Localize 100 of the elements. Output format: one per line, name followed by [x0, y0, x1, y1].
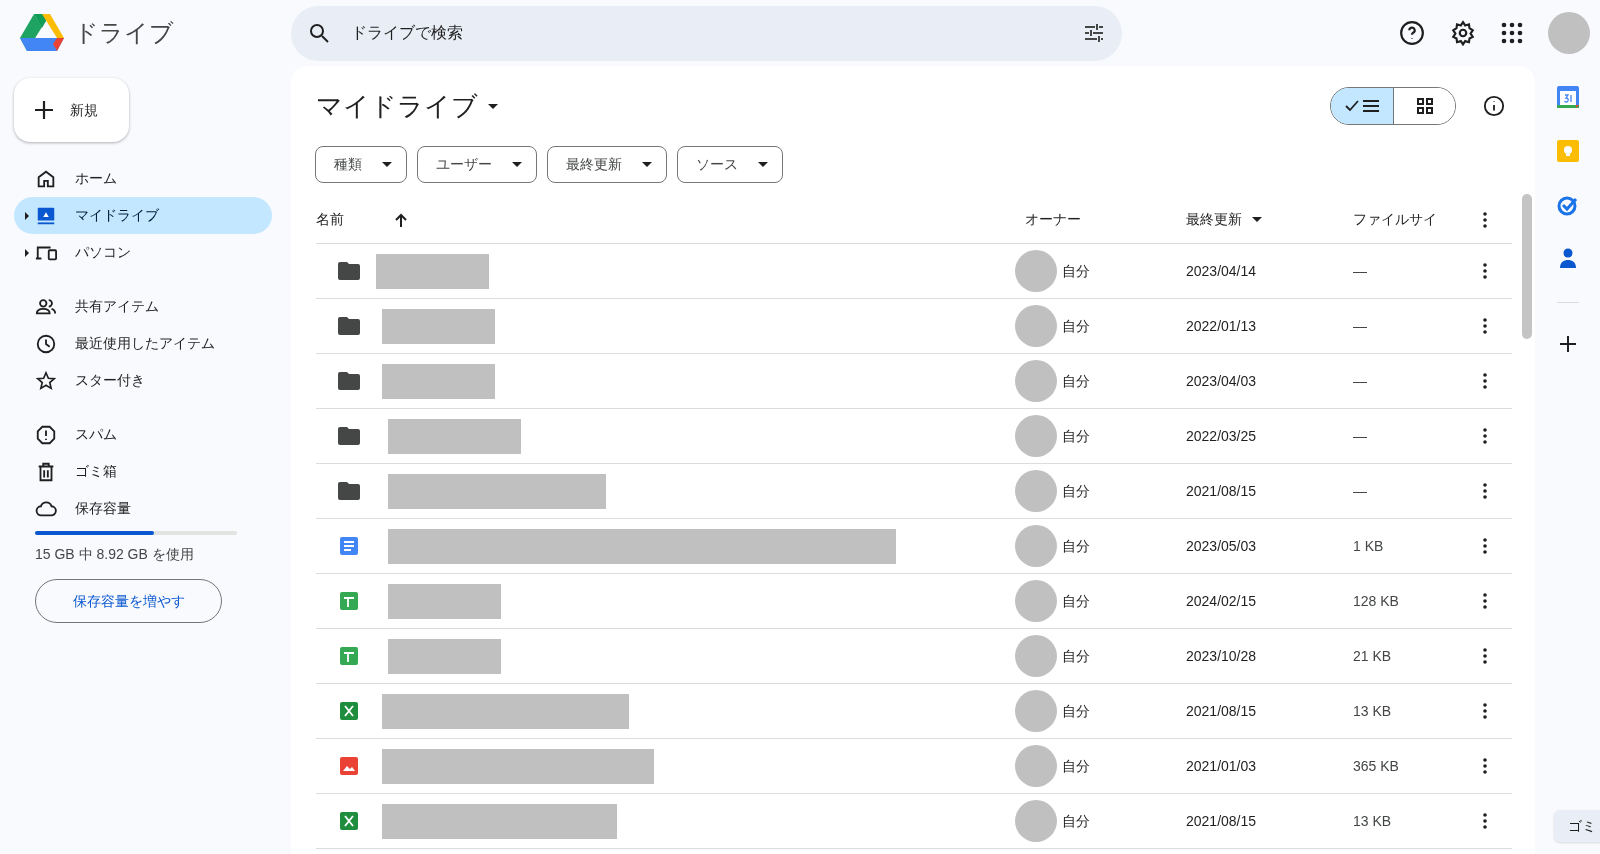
apps-grid-icon[interactable]	[1501, 22, 1523, 44]
folder-icon	[338, 427, 360, 445]
grid-view-option[interactable]	[1393, 88, 1455, 124]
excel-icon	[340, 702, 358, 720]
more-options-icon[interactable]	[1483, 373, 1487, 389]
more-options-icon[interactable]	[1483, 813, 1487, 829]
table-cell: 2021/08/15	[1186, 482, 1257, 499]
table-cell: —	[1353, 262, 1367, 279]
file-row[interactable]: 自分 2023/04/03 —	[316, 354, 1512, 409]
table-cell-text: 自分	[1062, 536, 1090, 556]
sort-up-arrow-icon[interactable]	[394, 212, 408, 227]
dropdown-caret-icon	[488, 103, 498, 109]
file-row[interactable]: 自分 2021/08/15 13 KB	[316, 684, 1512, 739]
more-options-icon[interactable]	[1483, 593, 1487, 609]
table-cell-text: 自分	[1062, 646, 1090, 666]
column-header[interactable]: 最終更新	[1186, 209, 1242, 230]
table-cell: 2022/01/13	[1186, 317, 1257, 334]
file-row[interactable]: 自分 2024/02/15 128 KB	[316, 574, 1512, 629]
table-cell-text: 自分	[1062, 261, 1090, 281]
add-icon[interactable]	[1558, 335, 1577, 353]
owner-avatar	[1015, 800, 1057, 842]
table-cell: —	[1353, 372, 1367, 389]
more-options-icon[interactable]	[1483, 538, 1487, 554]
more-options-icon[interactable]	[1483, 758, 1487, 774]
table-cell: 2021/08/15	[1186, 812, 1257, 829]
filter-chip[interactable]: ソース	[677, 146, 783, 183]
table-cell: 2021/01/03	[1186, 757, 1257, 774]
folder-icon	[338, 482, 360, 500]
settings-icon[interactable]	[1450, 20, 1476, 46]
file-row[interactable]: 自分 2021/08/15 13 KB	[316, 794, 1512, 849]
list-view-option[interactable]	[1331, 88, 1393, 124]
expand-arrow-icon[interactable]	[25, 211, 29, 220]
person-icon[interactable]	[1557, 248, 1578, 270]
sidebar-item[interactable]: 保存容量	[14, 490, 272, 527]
plus-icon	[34, 100, 54, 120]
drive-title-dropdown[interactable]: マイドライブ	[316, 86, 498, 126]
table-cell: —	[1353, 427, 1367, 444]
column-header[interactable]: オーナー	[1025, 209, 1081, 230]
expand-arrow-icon[interactable]	[25, 248, 29, 257]
sidebar-item[interactable]: スパム	[14, 416, 272, 453]
info-icon[interactable]	[1483, 95, 1505, 117]
owner-avatar	[1015, 635, 1057, 677]
clock-icon	[35, 332, 57, 355]
sidebar-item[interactable]: ホーム	[14, 160, 272, 197]
column-header[interactable]: 名前	[316, 209, 344, 230]
owner-avatar	[1015, 360, 1057, 402]
sidebar-item[interactable]: スター付き	[14, 362, 272, 399]
search-bar[interactable]: ドライブで検索	[291, 5, 1122, 61]
filter-chip[interactable]: 最終更新	[547, 146, 667, 183]
table-cell: —	[1353, 482, 1367, 499]
owner-avatar	[1015, 745, 1057, 787]
storage-usage-text: 15 GB 中 8.92 GB を使用	[35, 545, 195, 564]
file-row[interactable]: 自分 2023/05/03 1 KB	[316, 519, 1512, 574]
folder-icon	[338, 317, 360, 335]
column-header[interactable]: ファイルサイ	[1353, 209, 1437, 230]
file-row[interactable]: 自分 2022/03/25 —	[316, 409, 1512, 464]
sidebar-item[interactable]: 共有アイテム	[14, 288, 272, 325]
image-file-icon	[340, 757, 358, 775]
search-input[interactable]: ドライブで検索	[351, 21, 1082, 45]
file-row[interactable]: 自分 2021/08/15 —	[316, 464, 1512, 519]
view-toggle[interactable]	[1330, 87, 1456, 125]
file-row[interactable]: 自分 2023/04/14 —	[316, 244, 1512, 299]
table-cell: 13 KB	[1353, 702, 1392, 719]
filter-chip[interactable]: ユーザー	[417, 146, 537, 183]
owner-avatar	[1015, 470, 1057, 512]
more-options-icon[interactable]	[1483, 648, 1487, 664]
new-button[interactable]: 新規	[14, 78, 129, 142]
table-cell: 365 KB	[1353, 757, 1399, 774]
file-row[interactable]: 自分 2022/01/13 —	[316, 299, 1512, 354]
more-options-icon[interactable]	[1483, 318, 1487, 334]
check-icon	[1345, 100, 1359, 112]
filter-chip[interactable]: 種類	[315, 146, 407, 183]
sidebar-item[interactable]: ゴミ箱	[14, 453, 272, 490]
more-options-icon[interactable]	[1483, 703, 1487, 719]
task-check-icon[interactable]	[1556, 194, 1579, 216]
dropdown-caret-icon	[1252, 217, 1262, 222]
table-cell: 2023/04/14	[1186, 262, 1257, 279]
owner-avatar	[1015, 305, 1057, 347]
table-cell-text: 自分	[1062, 481, 1090, 501]
table-cell: 1 KB	[1353, 537, 1384, 554]
table-cell: 2023/05/03	[1186, 537, 1257, 554]
scrollbar[interactable]	[1522, 194, 1532, 339]
more-options-icon[interactable]	[1483, 263, 1487, 279]
more-options-icon[interactable]	[1483, 428, 1487, 444]
owner-avatar	[1015, 525, 1057, 567]
list-icon	[1363, 99, 1379, 113]
file-row[interactable]: 自分 2023/10/28 21 KB	[316, 629, 1512, 684]
filter-options-icon[interactable]	[1082, 21, 1106, 45]
more-options-icon[interactable]	[1483, 211, 1487, 228]
sidebar-item[interactable]: 最近使用したアイテム	[14, 325, 272, 362]
calendar-icon[interactable]	[1556, 86, 1579, 108]
sidebar-item[interactable]: パソコン	[14, 234, 272, 271]
help-icon[interactable]	[1399, 20, 1425, 46]
more-options-icon[interactable]	[1483, 483, 1487, 499]
table-cell: 2023/10/28	[1186, 647, 1257, 664]
drive-logo-icon	[20, 14, 64, 52]
excel-icon	[340, 812, 358, 830]
sidebar-item[interactable]: マイドライブ	[14, 197, 272, 234]
file-row[interactable]: 自分 2021/01/03 365 KB	[316, 739, 1512, 794]
table-cell-text: 自分	[1062, 371, 1090, 391]
